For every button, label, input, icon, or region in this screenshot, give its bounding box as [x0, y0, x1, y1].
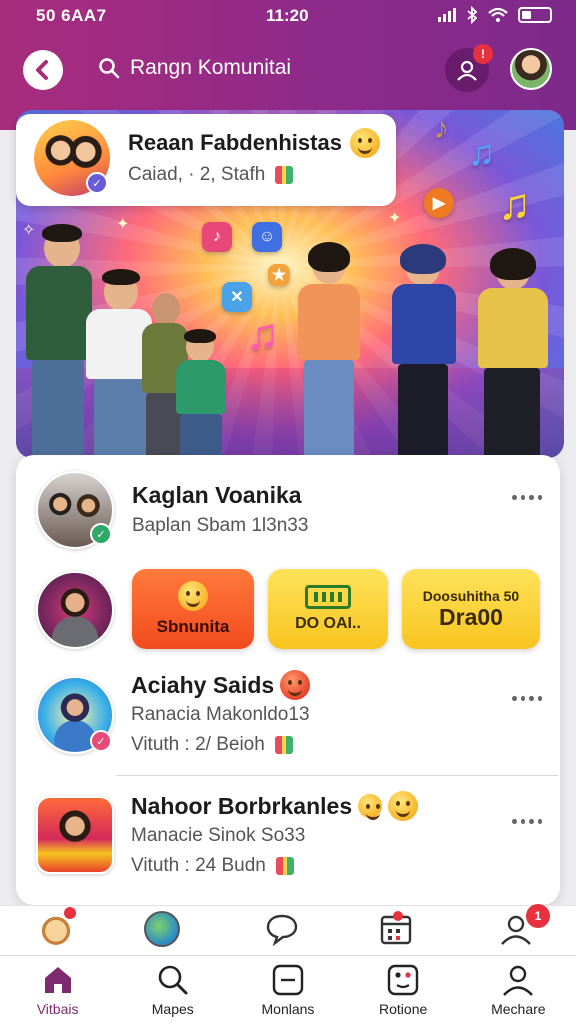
- person-figure: [472, 248, 556, 458]
- bottom-tab-bar: Vitbais Mapes Monlans Rotione Mechare: [0, 955, 576, 1024]
- media-app-icon: ▶: [424, 188, 454, 218]
- feed-title[interactable]: Aciahy Saids: [131, 670, 311, 700]
- search-text: Rangn Komunitai: [130, 56, 292, 79]
- smile-emoji-icon: [388, 791, 419, 821]
- search-icon: [158, 965, 188, 995]
- feed-subtitle: Manacie Sinok So33: [131, 825, 306, 846]
- smile-emoji-icon: [349, 128, 380, 158]
- wifi-icon: [488, 7, 508, 22]
- chevron-left-icon: [36, 60, 48, 80]
- music-note-icon: ♫: [468, 132, 495, 173]
- back-button[interactable]: [23, 50, 63, 90]
- gift-icon: [275, 166, 294, 184]
- person-figure: [386, 244, 464, 458]
- more-options-icon[interactable]: [512, 819, 542, 827]
- feed-subtitle: Baplan Sbam 1l3n33: [132, 515, 309, 536]
- message-square-icon: [272, 964, 304, 996]
- tab-rotione[interactable]: Rotione: [346, 956, 461, 1024]
- sparkle-icon: ✦: [116, 216, 130, 233]
- community-avatar: ✓: [34, 120, 110, 196]
- feed-meta: Vituth : 24 Budn: [131, 855, 294, 877]
- more-options-icon[interactable]: [512, 696, 542, 704]
- game-app-icon: ★: [268, 264, 290, 286]
- feed-title[interactable]: Nahoor Borbrkanles: [131, 791, 419, 821]
- verified-badge-icon: ✓: [86, 172, 108, 194]
- chat-app-icon: ☺: [252, 222, 282, 252]
- smile-emoji-icon: [358, 794, 383, 820]
- bluetooth-icon: [467, 6, 478, 24]
- feed-title[interactable]: Kaglan Voanika: [132, 482, 302, 509]
- home-icon: [44, 967, 71, 993]
- feed-meta: Vituth : 2/ Beioh: [131, 734, 293, 756]
- person-icon: [457, 60, 477, 81]
- profile-avatar[interactable]: [510, 48, 552, 90]
- tickets-chip[interactable]: DO OAI..: [268, 569, 388, 649]
- music-note-icon: ♫: [246, 310, 279, 359]
- feed-subtitle: Ranacia Makonldo13: [131, 704, 310, 725]
- sticker-avatar-icon[interactable]: [38, 907, 76, 947]
- bonus-chip[interactable]: Doosuhitha 50 Dra00: [402, 569, 540, 649]
- tab-messages[interactable]: Monlans: [230, 956, 345, 1024]
- carrier-label: 50 6AA7: [36, 6, 107, 25]
- community-name: Reaan Fabdenhistas: [128, 128, 380, 158]
- game-emoji-icon: [280, 670, 311, 700]
- feed-avatar[interactable]: [36, 571, 114, 649]
- notification-badge: !: [473, 44, 493, 64]
- divider: [116, 775, 558, 776]
- calendar-icon[interactable]: [378, 911, 414, 947]
- person-figure: [170, 329, 232, 458]
- music-app-icon: ♪: [202, 222, 232, 252]
- sparkle-icon: ✦: [388, 210, 402, 227]
- feed-avatar[interactable]: ✓: [36, 471, 114, 549]
- verified-badge-icon: ✓: [90, 523, 112, 545]
- community-title-card[interactable]: ✓ Reaan Fabdenhistas Caiad, · 2, Stafh: [16, 114, 396, 206]
- more-options-icon[interactable]: [512, 495, 542, 503]
- gift-icon: [275, 857, 294, 875]
- verified-badge-icon: ✓: [90, 730, 112, 752]
- feed-avatar[interactable]: [36, 796, 114, 874]
- friend-requests-button[interactable]: !: [445, 44, 493, 92]
- music-note-icon: ♪: [434, 112, 449, 145]
- tab-home[interactable]: Vitbais: [0, 956, 115, 1024]
- tab-maps[interactable]: Mapes: [115, 956, 230, 1024]
- tools-app-icon: ✕: [222, 282, 252, 312]
- search-icon: [99, 58, 120, 79]
- feed-avatar[interactable]: ✓: [36, 676, 114, 754]
- music-note-icon: ♫: [498, 180, 531, 229]
- person-figure: [292, 242, 368, 458]
- search-bar[interactable]: Rangn Komunitai: [98, 56, 291, 80]
- status-icons: [438, 6, 552, 24]
- person-icon: [503, 965, 534, 996]
- clock: 11:20: [266, 6, 309, 25]
- status-bar: 50 6AA7 11:20: [0, 6, 576, 28]
- dice-icon: [387, 964, 419, 996]
- chat-bubble-icon[interactable]: [264, 911, 300, 947]
- globe-icon[interactable]: [144, 911, 180, 947]
- profile-badge: 1: [526, 904, 550, 928]
- tab-profile[interactable]: Mechare: [461, 956, 576, 1024]
- community-chip[interactable]: Sbnunita: [132, 569, 254, 649]
- gift-icon: [274, 736, 293, 754]
- ticket-icon: [305, 585, 351, 609]
- signal-icon: [438, 8, 456, 22]
- community-meta: Caiad, · 2, Stafh: [128, 164, 294, 186]
- battery-icon: [518, 7, 552, 23]
- smile-emoji-icon: [178, 581, 208, 611]
